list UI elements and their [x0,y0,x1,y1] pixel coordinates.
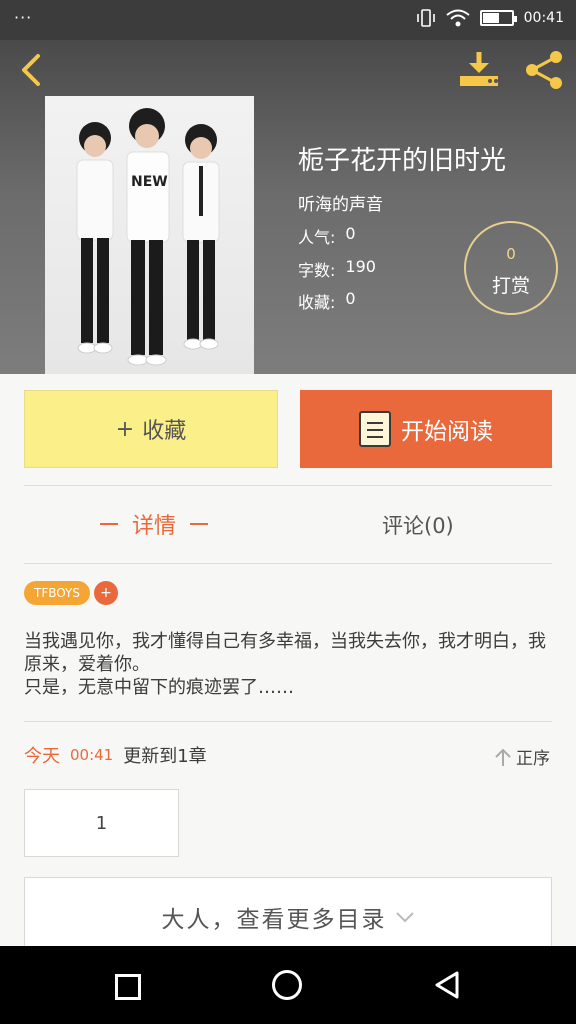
system-nav-bar [0,946,576,1024]
battery-icon [479,10,517,26]
update-time: 00:41 [70,746,114,764]
tab-detail[interactable]: 详情 [100,508,209,540]
download-icon[interactable] [456,50,502,90]
divider [24,721,552,722]
meta-favorites: 收藏: 0 [298,289,356,313]
chapter-item[interactable]: 1 [24,789,179,857]
description-line: 只是，无意中留下的痕迹罢了…… [24,677,294,698]
back-icon[interactable] [14,52,50,88]
more-catalog-label: 大人，查看更多目录 [161,907,387,933]
book-author[interactable]: 听海的声音 [298,190,383,215]
divider [24,485,552,486]
nav-recent-icon[interactable] [115,974,141,1000]
book-title: 栀子花开的旧时光 [298,146,507,176]
wifi-icon [446,9,470,27]
meta-popularity: 人气: 0 [298,224,356,248]
cover-text: NEW [131,174,168,190]
book-cover[interactable]: NEW [45,96,254,374]
vibrate-icon [416,9,435,27]
collect-button[interactable]: + 收藏 [24,390,278,468]
meta-label: 人气: [298,228,336,247]
reward-button[interactable]: 0 打赏 [464,221,558,315]
book-description: 当我遇见你，我才懂得自己有多幸福，当我失去你，我才明白，我原来，爱着你。 只是，… [24,630,554,699]
reward-count: 0 [506,245,516,263]
update-text: 更新到1章 [123,746,207,767]
nav-home-icon[interactable] [272,970,302,1000]
description-line: 当我遇见你，我才懂得自己有多幸福，当我失去你，我才明白，我原来，爱着你。 [24,631,546,675]
tab-indicator-left [100,523,118,525]
chevron-down-icon [395,912,414,923]
nav-back-icon[interactable] [432,970,462,1000]
share-icon[interactable] [522,50,566,90]
reward-label: 打赏 [491,275,530,297]
start-reading-button[interactable]: 开始阅读 [300,390,552,468]
start-reading-label: 开始阅读 [401,419,493,445]
sort-up-icon [495,748,511,766]
meta-value: 190 [345,257,376,276]
divider [24,563,552,564]
tab-comments[interactable]: 评论(0) [382,510,454,540]
meta-label: 收藏: [298,293,336,312]
collect-label: 收藏 [142,419,187,444]
tab-indicator-right [190,523,209,525]
update-day: 今天 [24,746,60,767]
meta-value: 0 [345,224,356,243]
update-info: 今天 00:41 更新到1章 [24,742,207,768]
status-icons: 00:41 [416,9,564,27]
meta-word-count: 字数: 190 [298,257,376,281]
meta-value: 0 [345,289,356,308]
book-header: NEW 栀子花开的旧时光 听海的声音 人气: 0 字数: 190 收藏: 0 0… [0,40,576,374]
tag-tfboys[interactable]: TFBOYS [24,581,90,605]
status-time: 00:41 [523,10,564,26]
cover-image: NEW [76,108,220,366]
notification-dots: ··· [14,8,33,27]
sort-label: 正序 [516,749,550,769]
plus-icon: + [115,416,135,442]
sort-button[interactable]: 正序 [494,744,550,769]
status-bar: ··· 00:41 [0,0,576,40]
more-catalog-button[interactable]: 大人，查看更多目录 [24,877,552,957]
tab-detail-label: 详情 [132,514,177,539]
book-icon [359,411,391,447]
add-tag-button[interactable]: + [94,581,118,605]
meta-label: 字数: [298,261,336,280]
